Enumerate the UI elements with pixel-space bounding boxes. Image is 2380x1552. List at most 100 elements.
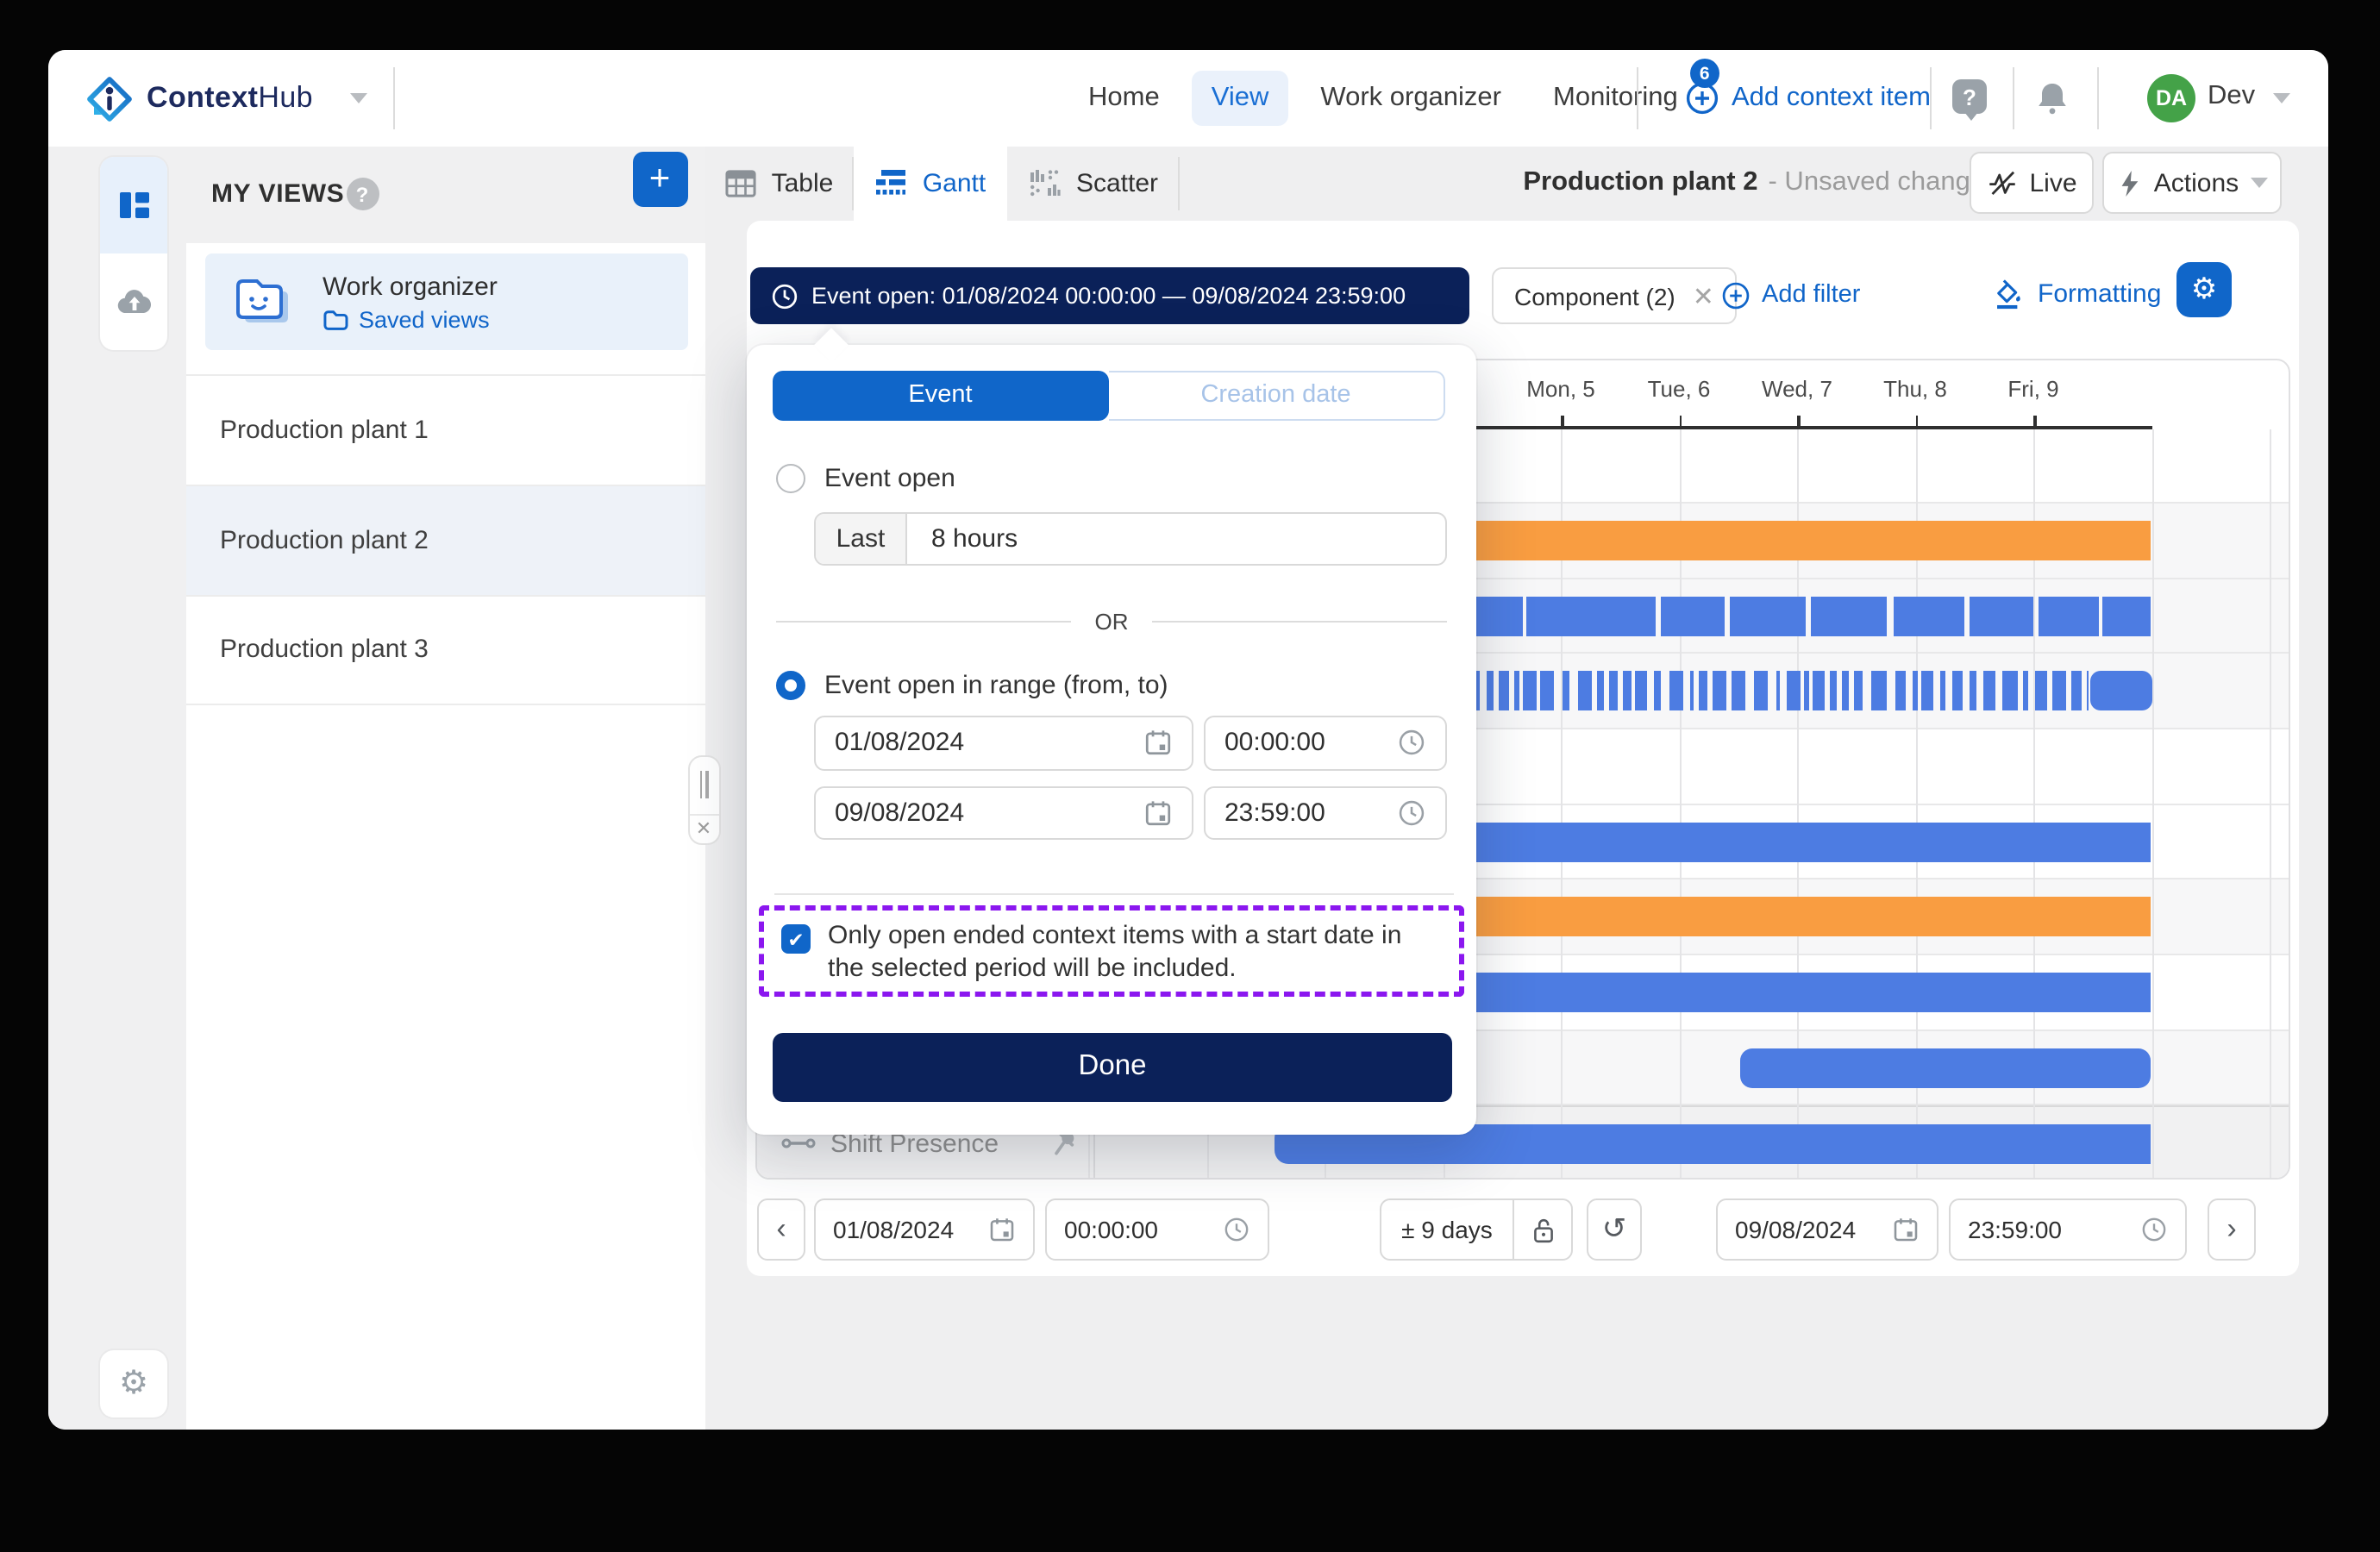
event-range-radio[interactable] bbox=[776, 671, 805, 700]
gantt-bar[interactable] bbox=[1597, 672, 1605, 711]
gantt-bar[interactable] bbox=[1698, 672, 1707, 711]
notifications-button[interactable] bbox=[2033, 79, 2071, 117]
help-button[interactable]: ? bbox=[1952, 79, 1990, 117]
add-context-item-button[interactable]: Add context item bbox=[1685, 50, 1931, 147]
saved-views-link[interactable]: Saved views bbox=[323, 306, 498, 332]
gantt-bar[interactable] bbox=[1563, 672, 1570, 711]
gantt-bar[interactable] bbox=[1660, 597, 1726, 636]
rail-views-button[interactable] bbox=[100, 156, 167, 253]
gantt-bar[interactable] bbox=[1970, 597, 2034, 636]
rail-upload-button[interactable] bbox=[100, 253, 167, 349]
gantt-bar[interactable] bbox=[1690, 672, 1694, 711]
from-time-input[interactable]: 00:00:00 bbox=[1204, 716, 1447, 770]
tab-scatter[interactable]: Scatter bbox=[1007, 147, 1179, 220]
splitter-drag-handle[interactable] bbox=[689, 756, 718, 815]
gantt-bar[interactable] bbox=[1713, 672, 1726, 711]
gantt-bar[interactable] bbox=[1754, 672, 1768, 711]
actions-button[interactable]: Actions bbox=[2102, 152, 2282, 214]
add-filter-button[interactable]: Add filter bbox=[1720, 280, 1860, 310]
open-ended-checkbox[interactable]: ✔ bbox=[781, 924, 811, 954]
component-filter-pill[interactable]: Component (2) ✕ bbox=[1492, 267, 1737, 324]
gantt-bar[interactable] bbox=[1526, 597, 1655, 636]
gantt-bar[interactable] bbox=[1812, 672, 1825, 711]
gantt-bar[interactable] bbox=[1732, 672, 1746, 711]
nav-view[interactable]: View bbox=[1193, 71, 1288, 126]
gantt-bar[interactable] bbox=[1540, 672, 1555, 711]
gantt-bar[interactable] bbox=[1895, 672, 1906, 711]
tab-table[interactable]: Table bbox=[705, 147, 853, 220]
gantt-bar[interactable] bbox=[1970, 672, 1976, 711]
gantt-bar[interactable] bbox=[2035, 672, 2048, 711]
event-filter-pill[interactable]: Event open: 01/08/2024 00:00:00 — 09/08/… bbox=[749, 267, 1469, 324]
gantt-bar[interactable] bbox=[1523, 672, 1536, 711]
sidebar-help-icon[interactable]: ? bbox=[346, 178, 379, 210]
to-time-input[interactable]: 23:59:00 bbox=[1204, 785, 1447, 840]
gantt-bar[interactable] bbox=[1654, 672, 1662, 711]
gantt-bar[interactable] bbox=[1608, 672, 1618, 711]
gantt-bar[interactable] bbox=[2001, 672, 2017, 711]
gantt-bar[interactable] bbox=[1740, 1048, 2151, 1087]
sidebar-item-production-plant-3[interactable]: Production plant 3 bbox=[185, 594, 705, 704]
gantt-bar[interactable] bbox=[1578, 672, 1593, 711]
gantt-bar[interactable] bbox=[2023, 672, 2028, 711]
gantt-bar[interactable] bbox=[1623, 672, 1631, 711]
gantt-bar[interactable] bbox=[2038, 597, 2098, 636]
gantt-bar[interactable] bbox=[1893, 597, 1964, 636]
gantt-bar[interactable] bbox=[1635, 672, 1646, 711]
gantt-bar[interactable] bbox=[1941, 672, 1946, 711]
live-button[interactable]: Live bbox=[1970, 152, 2094, 214]
popover-tab-creation-date[interactable]: Creation date bbox=[1108, 370, 1445, 421]
tab-gantt[interactable]: Gantt bbox=[853, 147, 1007, 220]
gantt-bar[interactable] bbox=[1853, 672, 1863, 711]
gantt-bar[interactable] bbox=[1730, 597, 1806, 636]
timeline-to-time-field[interactable]: 23:59:00 bbox=[1949, 1198, 2187, 1261]
range-lock-button[interactable] bbox=[1513, 1198, 1573, 1261]
gantt-bar[interactable] bbox=[1669, 672, 1683, 711]
avatar[interactable]: DA bbox=[2147, 74, 2195, 122]
timeline-step-back-button[interactable]: ‹ bbox=[757, 1198, 805, 1261]
nav-work-organizer[interactable]: Work organizer bbox=[1301, 71, 1520, 126]
brand-logo[interactable]: ContextHub bbox=[86, 50, 368, 147]
gantt-bar[interactable] bbox=[2102, 597, 2151, 636]
gantt-bar[interactable] bbox=[1811, 597, 1888, 636]
add-view-button[interactable]: + bbox=[632, 152, 687, 207]
formatting-button[interactable]: Formatting bbox=[1991, 277, 2161, 310]
view-settings-button[interactable]: ⚙ bbox=[2176, 261, 2232, 316]
remove-filter-icon[interactable]: ✕ bbox=[1693, 280, 1714, 311]
gantt-bar[interactable] bbox=[1841, 672, 1849, 711]
workspace-card[interactable]: Work organizer Saved views bbox=[205, 253, 688, 350]
timeline-from-time-field[interactable]: 00:00:00 bbox=[1045, 1198, 1269, 1261]
sidebar-item-production-plant-2[interactable]: Production plant 2 bbox=[185, 484, 705, 594]
gantt-bar[interactable] bbox=[2087, 672, 2089, 711]
popover-tab-event[interactable]: Event bbox=[773, 370, 1108, 421]
gantt-bar[interactable] bbox=[1913, 672, 1917, 711]
timeline-step-forward-button[interactable]: › bbox=[2208, 1198, 2256, 1261]
gantt-bar[interactable] bbox=[2072, 672, 2082, 711]
splitter-collapse-button[interactable]: ✕ bbox=[689, 815, 718, 842]
from-date-input[interactable]: 01/08/2024 bbox=[814, 716, 1193, 770]
gantt-bar[interactable] bbox=[2053, 672, 2067, 711]
to-date-input[interactable]: 09/08/2024 bbox=[814, 785, 1193, 840]
gantt-bar[interactable] bbox=[1498, 672, 1509, 711]
gantt-bar[interactable] bbox=[1804, 672, 1809, 711]
gantt-bar[interactable] bbox=[1830, 672, 1838, 711]
gantt-bar[interactable] bbox=[1514, 672, 1519, 711]
gantt-bar[interactable] bbox=[1776, 672, 1779, 711]
timeline-range-field[interactable]: ± 9 days bbox=[1380, 1198, 1514, 1261]
gantt-bar[interactable] bbox=[2089, 672, 2151, 711]
timeline-history-button[interactable]: ↺ bbox=[1587, 1198, 1642, 1261]
gantt-bar[interactable] bbox=[1871, 672, 1887, 711]
nav-home[interactable]: Home bbox=[1069, 71, 1179, 126]
sidebar-item-production-plant-1[interactable]: Production plant 1 bbox=[185, 373, 705, 484]
timeline-to-date-field[interactable]: 09/08/2024 bbox=[1716, 1198, 1938, 1261]
timeline-from-date-field[interactable]: 01/08/2024 bbox=[814, 1198, 1035, 1261]
user-menu[interactable]: Dev bbox=[2208, 81, 2255, 112]
settings-button[interactable]: ⚙ bbox=[100, 1349, 167, 1417]
event-open-radio[interactable] bbox=[776, 464, 805, 493]
done-button[interactable]: Done bbox=[773, 1032, 1452, 1101]
last-value-input[interactable]: 8 hours bbox=[907, 513, 1445, 564]
gantt-bar[interactable] bbox=[1487, 672, 1493, 711]
gantt-bar[interactable] bbox=[1921, 672, 1933, 711]
gantt-bar[interactable] bbox=[1952, 672, 1964, 711]
gantt-bar[interactable] bbox=[1983, 672, 1996, 711]
